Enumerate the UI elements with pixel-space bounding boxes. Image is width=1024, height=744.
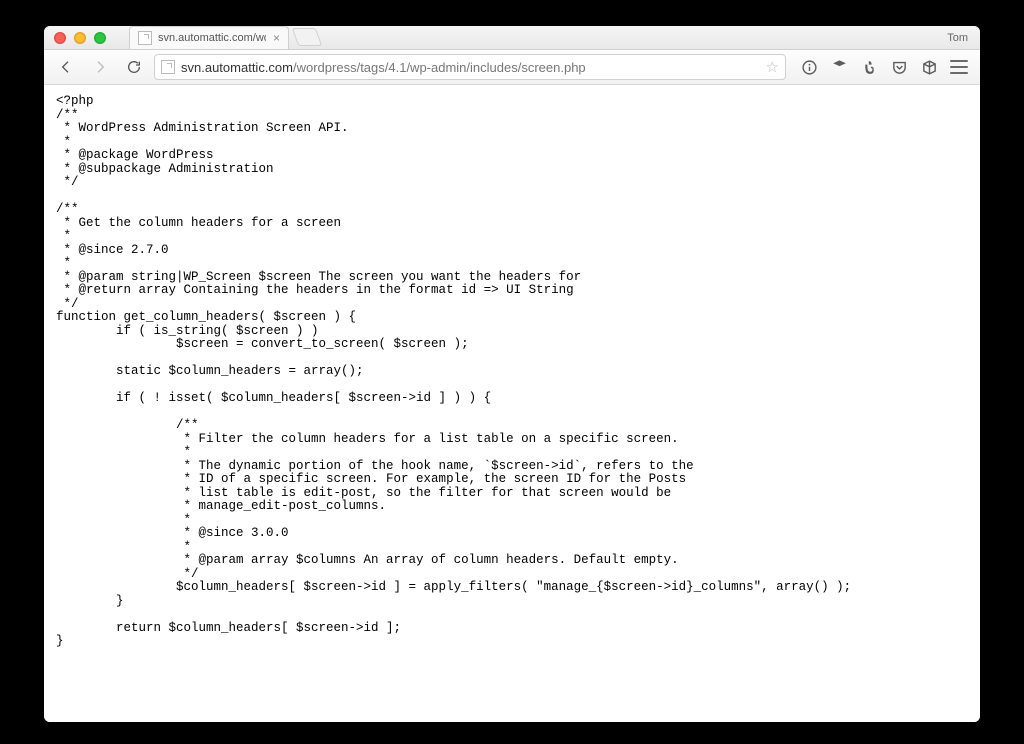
- browser-tab[interactable]: svn.automattic.com/wordp ×: [129, 26, 289, 49]
- arrow-right-icon: [92, 59, 108, 75]
- bookmark-star-icon[interactable]: ☆: [766, 58, 779, 76]
- url-path: /wordpress/tags/4.1/wp-admin/includes/sc…: [293, 60, 586, 75]
- maximize-window-button[interactable]: [94, 32, 106, 44]
- browser-window: svn.automattic.com/wordp × Tom svn.autom…: [44, 26, 980, 722]
- window-controls: [54, 32, 106, 44]
- source-code: <?php /** * WordPress Administration Scr…: [56, 95, 968, 649]
- forward-button[interactable]: [86, 54, 114, 80]
- minimize-window-button[interactable]: [74, 32, 86, 44]
- url-host: svn.automattic.com: [181, 60, 293, 75]
- page-favicon-icon: [138, 31, 152, 45]
- tab-title: svn.automattic.com/wordp: [158, 32, 266, 44]
- box-icon[interactable]: [916, 54, 942, 80]
- page-content: <?php /** * WordPress Administration Scr…: [44, 85, 980, 722]
- address-bar[interactable]: svn.automattic.com/wordpress/tags/4.1/wp…: [154, 54, 786, 80]
- buffer-icon[interactable]: [826, 54, 852, 80]
- tab-strip: svn.automattic.com/wordp ×: [129, 26, 319, 49]
- profile-name[interactable]: Tom: [947, 32, 968, 44]
- reload-button[interactable]: [120, 54, 148, 80]
- extension-icons: [792, 54, 972, 80]
- toolbar: svn.automattic.com/wordpress/tags/4.1/wp…: [44, 50, 980, 85]
- menu-button[interactable]: [946, 54, 972, 80]
- titlebar: svn.automattic.com/wordp × Tom: [44, 26, 980, 50]
- pocket-icon[interactable]: [886, 54, 912, 80]
- close-window-button[interactable]: [54, 32, 66, 44]
- tab-close-icon[interactable]: ×: [273, 31, 280, 45]
- back-button[interactable]: [52, 54, 80, 80]
- site-favicon-icon: [161, 60, 175, 74]
- evernote-icon[interactable]: [856, 54, 882, 80]
- arrow-left-icon: [58, 59, 74, 75]
- reload-icon: [126, 59, 142, 75]
- hamburger-icon: [950, 60, 968, 74]
- new-tab-button[interactable]: [292, 28, 323, 46]
- info-icon[interactable]: [796, 54, 822, 80]
